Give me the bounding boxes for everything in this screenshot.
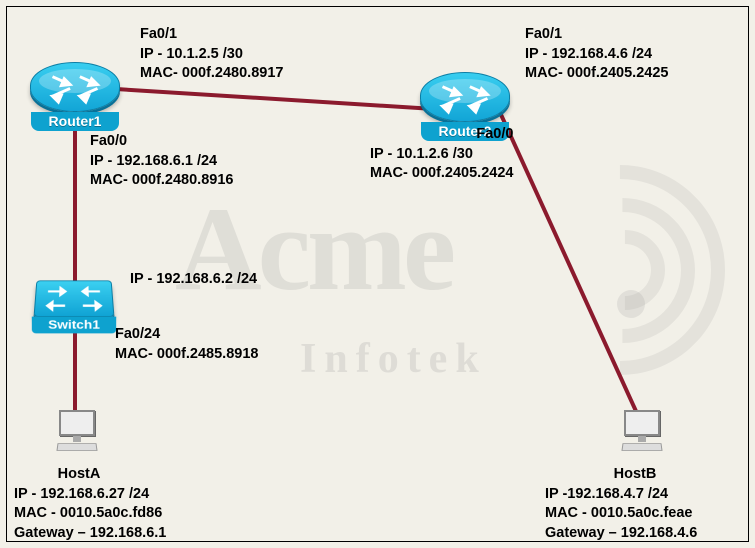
r1-fa01-if: Fa0/1: [140, 25, 283, 45]
r2-fa00-ip: IP - 10.1.2.6 /30: [370, 145, 513, 165]
router2-fa01-info: Fa0/1 IP - 192.168.4.6 /24 MAC- 000f.240…: [525, 25, 668, 84]
host-b-ip: IP -192.168.4.7 /24: [545, 485, 725, 505]
host-b-icon: [620, 410, 664, 458]
router1-icon: Router1: [30, 62, 120, 112]
sw-fa024-if: Fa0/24: [115, 325, 258, 345]
host-a-gw: Gateway – 192.168.6.1: [14, 524, 166, 544]
sw-fa024-mac: MAC- 000f.2485.8918: [115, 345, 258, 365]
r1-fa00-if: Fa0/0: [90, 132, 233, 152]
r2-fa01-if: Fa0/1: [525, 25, 668, 45]
router2-icon: Router2: [420, 72, 510, 122]
router1-fa00-info: Fa0/0 IP - 192.168.6.1 /24 MAC- 000f.248…: [90, 132, 233, 191]
router2-fa00-info: Fa0/0 IP - 10.1.2.6 /30 MAC- 000f.2405.2…: [370, 125, 513, 184]
router-arrows-icon: [31, 63, 119, 112]
r2-fa00-mac: MAC- 000f.2405.2424: [370, 164, 513, 184]
switch-arrows-icon: [35, 281, 114, 317]
switch1-mgmt-ip: IP - 192.168.6.2 /24: [130, 270, 257, 290]
host-b-name: HostB: [545, 465, 725, 485]
host-a-info: HostA IP - 192.168.6.27 /24 MAC - 0010.5…: [14, 465, 166, 543]
router1-label: Router1: [31, 112, 119, 131]
router-arrows-icon: [421, 73, 509, 122]
r1-fa01-ip: IP - 10.1.2.5 /30: [140, 45, 283, 65]
r2-fa01-mac: MAC- 000f.2405.2425: [525, 64, 668, 84]
r2-fa00-if: Fa0/0: [370, 125, 513, 145]
r1-fa00-mac: MAC- 000f.2480.8916: [90, 171, 233, 191]
host-a-name: HostA: [14, 465, 144, 485]
r1-fa00-ip: IP - 192.168.6.1 /24: [90, 152, 233, 172]
host-a-icon: [55, 410, 99, 458]
switch1-icon: Switch1: [34, 280, 115, 317]
host-b-mac: MAC - 0010.5a0c.feae: [545, 504, 725, 524]
host-a-mac: MAC - 0010.5a0c.fd86: [14, 504, 166, 524]
switch1-fa024-info: Fa0/24 MAC- 000f.2485.8918: [115, 325, 258, 364]
r2-fa01-ip: IP - 192.168.4.6 /24: [525, 45, 668, 65]
host-a-ip: IP - 192.168.6.27 /24: [14, 485, 166, 505]
switch1-label: Switch1: [32, 317, 116, 334]
router1-fa01-info: Fa0/1 IP - 10.1.2.5 /30 MAC- 000f.2480.8…: [140, 25, 283, 84]
r1-fa01-mac: MAC- 000f.2480.8917: [140, 64, 283, 84]
host-b-info: HostB IP -192.168.4.7 /24 MAC - 0010.5a0…: [545, 465, 725, 543]
host-b-gw: Gateway – 192.168.4.6: [545, 524, 725, 544]
